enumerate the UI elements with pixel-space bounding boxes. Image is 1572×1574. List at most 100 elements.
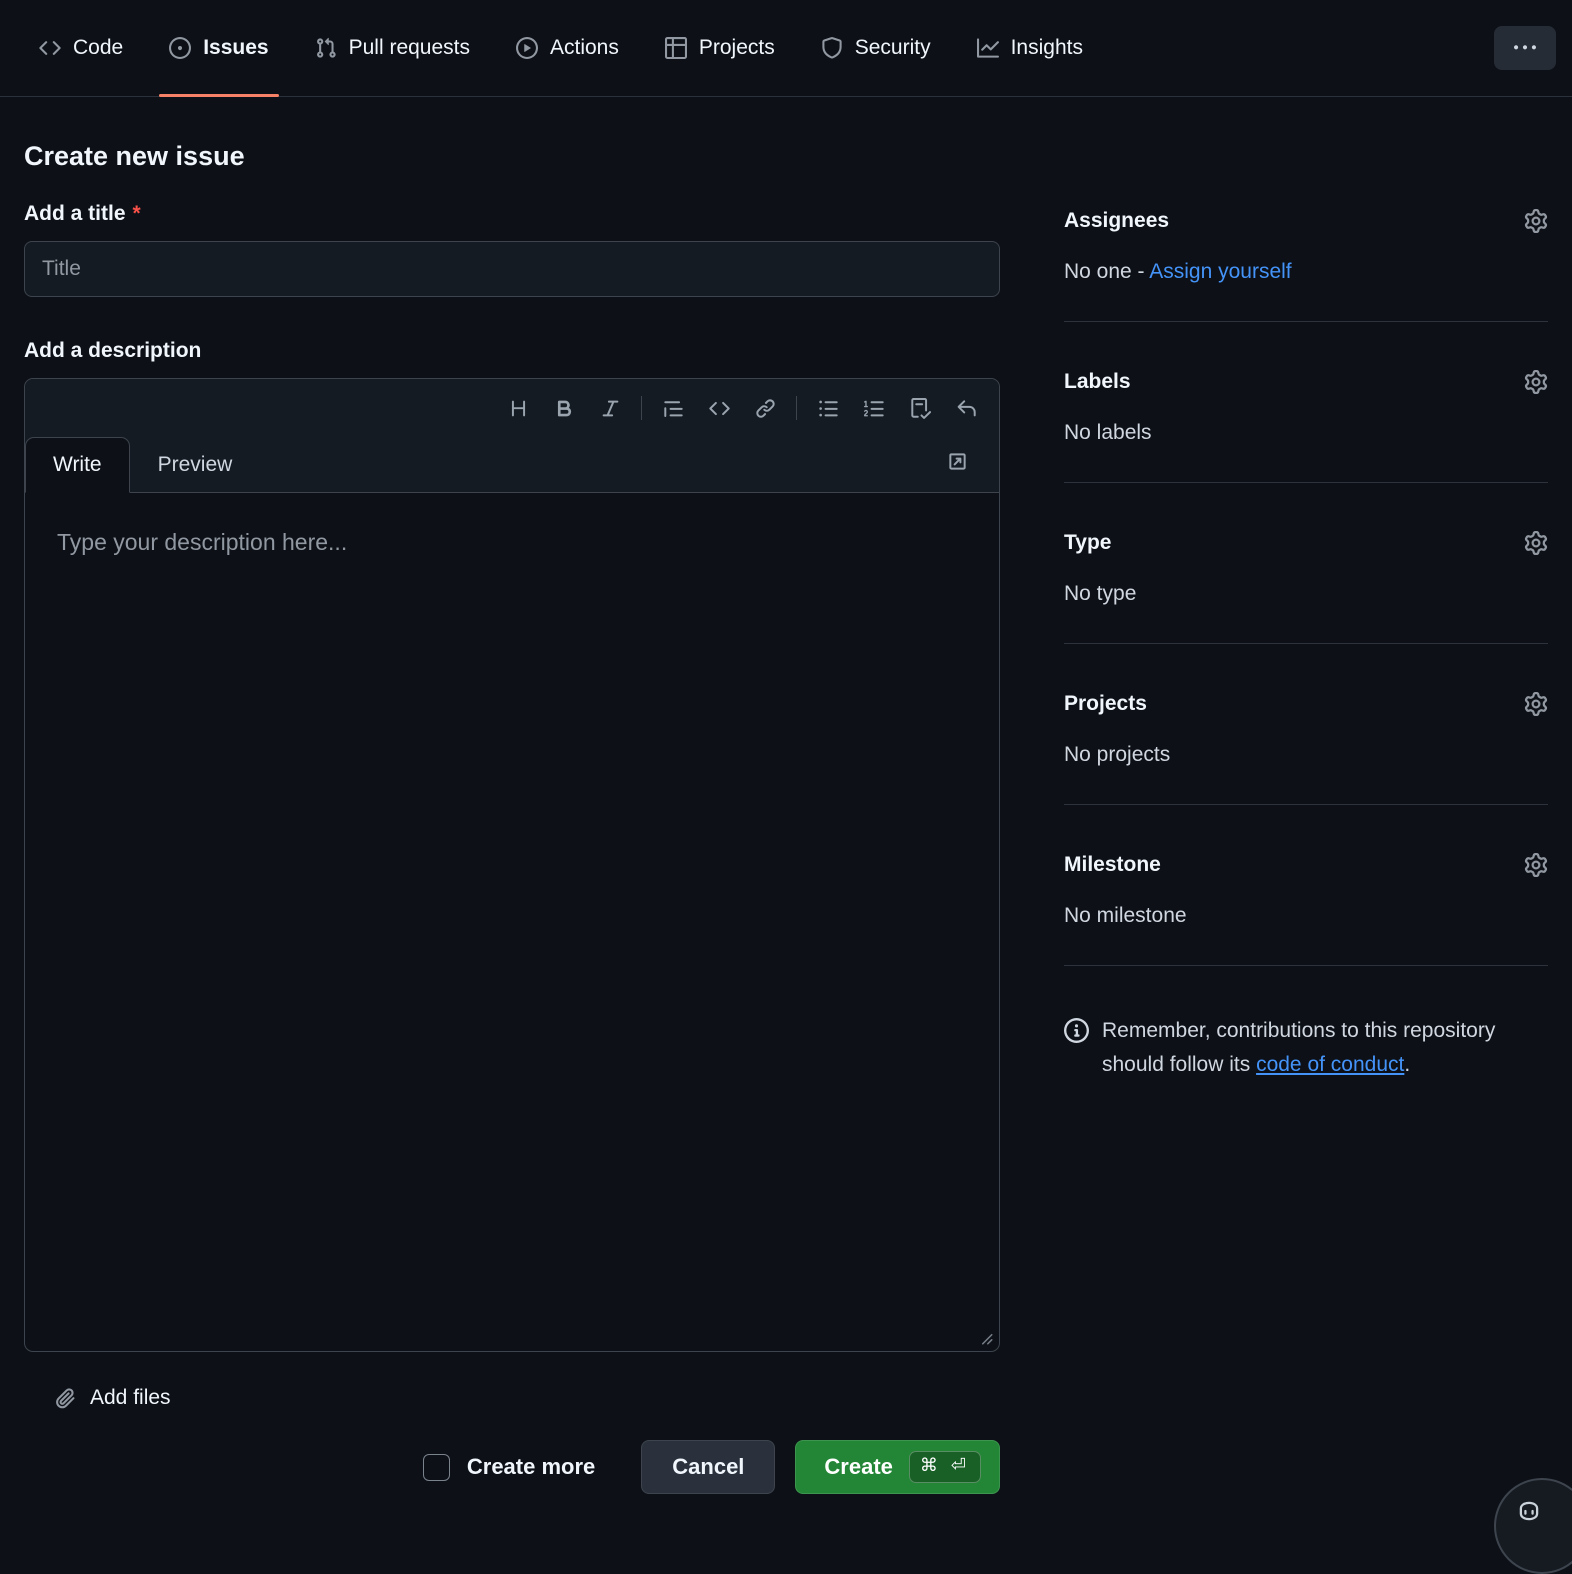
- editor-body: [25, 493, 999, 1351]
- labels-settings-button[interactable]: [1524, 370, 1548, 394]
- sidebar-divider: [1064, 643, 1548, 644]
- tab-code-label: Code: [73, 36, 123, 60]
- markdown-toolbar: [495, 387, 989, 429]
- contribution-note: Remember, contributions to this reposito…: [1064, 1014, 1548, 1081]
- assignees-settings-button[interactable]: [1524, 209, 1548, 233]
- assignees-section: Assignees No one - Assign yourself: [1064, 209, 1548, 284]
- quote-button[interactable]: [650, 387, 696, 429]
- tab-issues-label: Issues: [203, 36, 268, 60]
- form-actions: Create more Cancel Create ⌘ ⏎: [24, 1440, 1000, 1494]
- tab-pull-requests-label: Pull requests: [349, 36, 470, 60]
- reply-icon: [956, 398, 977, 419]
- page-title: Create new issue: [24, 141, 1000, 172]
- bold-icon: [554, 398, 575, 419]
- projects-value: No projects: [1064, 743, 1548, 767]
- tab-security[interactable]: Security: [811, 0, 941, 96]
- italic-button[interactable]: [587, 387, 633, 429]
- gear-icon: [1524, 853, 1548, 877]
- issue-title-input[interactable]: [24, 241, 1000, 297]
- resize-grip-icon[interactable]: [976, 1328, 994, 1346]
- list-unordered-icon: [818, 398, 839, 419]
- markdown-editor: Write Preview: [24, 378, 1000, 1352]
- fullscreen-button[interactable]: [937, 442, 977, 480]
- heading-button[interactable]: [495, 387, 541, 429]
- tab-code[interactable]: Code: [29, 0, 133, 96]
- labels-value: No labels: [1064, 421, 1548, 445]
- sidebar-divider: [1064, 804, 1548, 805]
- milestone-title: Milestone: [1064, 853, 1161, 877]
- shield-icon: [821, 37, 843, 59]
- sidebar-divider: [1064, 965, 1548, 966]
- description-field-label: Add a description: [24, 339, 1000, 363]
- add-files-label: Add files: [90, 1386, 171, 1410]
- cancel-button[interactable]: Cancel: [641, 1440, 775, 1494]
- projects-section: Projects No projects: [1064, 692, 1548, 767]
- issue-form: Create new issue Add a title * Add a des…: [24, 105, 1000, 1494]
- saved-replies-button[interactable]: [943, 387, 989, 429]
- heading-icon: [508, 398, 529, 419]
- gear-icon: [1524, 370, 1548, 394]
- tasklist-icon: [910, 398, 931, 419]
- tab-projects-label: Projects: [699, 36, 775, 60]
- issue-description-textarea[interactable]: [25, 493, 999, 1351]
- tab-issues[interactable]: Issues: [159, 0, 278, 96]
- info-icon: [1064, 1018, 1089, 1043]
- issue-opened-icon: [169, 37, 191, 59]
- repo-tab-bar: Code Issues Pull requests Actions Projec…: [0, 0, 1572, 97]
- milestone-settings-button[interactable]: [1524, 853, 1548, 877]
- tasklist-button[interactable]: [897, 387, 943, 429]
- create-more-label: Create more: [467, 1454, 595, 1480]
- link-icon: [755, 398, 776, 419]
- gear-icon: [1524, 209, 1548, 233]
- expand-icon: [947, 451, 968, 472]
- create-more-group: Create more: [423, 1454, 595, 1481]
- labels-title: Labels: [1064, 370, 1131, 394]
- projects-settings-button[interactable]: [1524, 692, 1548, 716]
- page-body: Create new issue Add a title * Add a des…: [0, 97, 1572, 1494]
- create-button-label: Create: [824, 1454, 892, 1480]
- toolbar-separator: [641, 396, 642, 420]
- graph-icon: [977, 37, 999, 59]
- tab-projects[interactable]: Projects: [655, 0, 785, 96]
- projects-title: Projects: [1064, 692, 1147, 716]
- code-of-conduct-link[interactable]: code of conduct: [1256, 1053, 1404, 1076]
- type-settings-button[interactable]: [1524, 531, 1548, 555]
- tab-actions[interactable]: Actions: [506, 0, 629, 96]
- tab-actions-label: Actions: [550, 36, 619, 60]
- link-button[interactable]: [742, 387, 788, 429]
- title-field-label: Add a title *: [24, 202, 1000, 226]
- labels-section: Labels No labels: [1064, 370, 1548, 445]
- copilot-icon: [1516, 1498, 1542, 1524]
- italic-icon: [600, 398, 621, 419]
- write-tab[interactable]: Write: [25, 437, 130, 493]
- contribution-note-text: Remember, contributions to this reposito…: [1102, 1014, 1548, 1081]
- tab-pull-requests[interactable]: Pull requests: [305, 0, 480, 96]
- type-section: Type No type: [1064, 531, 1548, 606]
- milestone-value: No milestone: [1064, 904, 1548, 928]
- inline-code-button[interactable]: [696, 387, 742, 429]
- editor-header: Write Preview: [25, 379, 999, 493]
- type-value: No type: [1064, 582, 1548, 606]
- assignees-title: Assignees: [1064, 209, 1169, 233]
- ordered-list-button[interactable]: [851, 387, 897, 429]
- table-icon: [665, 37, 687, 59]
- create-button[interactable]: Create ⌘ ⏎: [795, 1440, 1000, 1494]
- unordered-list-button[interactable]: [805, 387, 851, 429]
- add-files-button[interactable]: Add files: [54, 1386, 171, 1410]
- toolbar-separator: [796, 396, 797, 420]
- sidebar-divider: [1064, 482, 1548, 483]
- code-icon: [39, 37, 61, 59]
- milestone-section: Milestone No milestone: [1064, 853, 1548, 928]
- assign-yourself-link[interactable]: Assign yourself: [1149, 260, 1291, 283]
- preview-tab[interactable]: Preview: [130, 437, 261, 493]
- kebab-icon: [1514, 37, 1536, 59]
- nav-overflow-button[interactable]: [1494, 26, 1556, 70]
- tab-insights[interactable]: Insights: [967, 0, 1093, 96]
- bold-button[interactable]: [541, 387, 587, 429]
- keyboard-shortcut-badge: ⌘ ⏎: [909, 1451, 981, 1483]
- gear-icon: [1524, 692, 1548, 716]
- create-more-checkbox[interactable]: [423, 1454, 450, 1481]
- type-title: Type: [1064, 531, 1111, 555]
- assignees-value: No one -: [1064, 260, 1149, 283]
- issue-sidebar: Assignees No one - Assign yourself Label…: [1064, 105, 1548, 1494]
